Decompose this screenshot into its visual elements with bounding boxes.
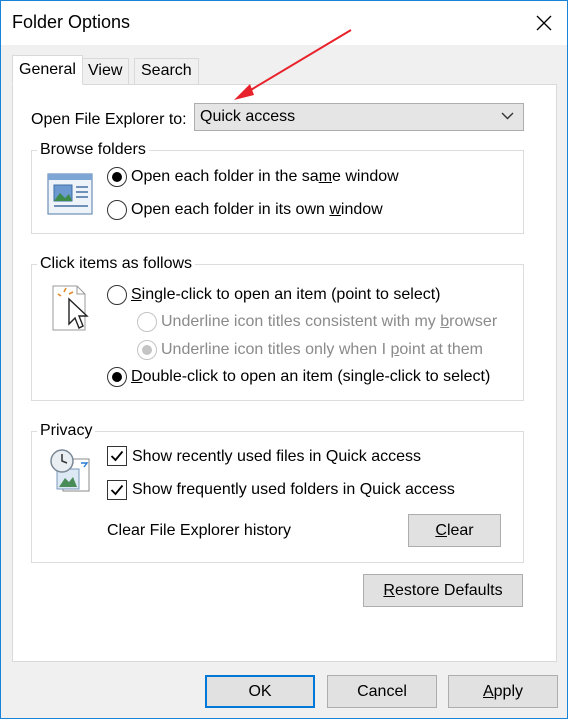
checkbox-frequent-folders[interactable] (107, 480, 127, 500)
open-explorer-value: Quick access (200, 108, 296, 125)
radio-same-window[interactable] (107, 167, 127, 187)
single-click-label[interactable]: Single-click to open an item (point to s… (131, 286, 440, 304)
tab-search-label: Search (141, 62, 192, 79)
radio-single-click[interactable] (107, 285, 127, 305)
cursor-click-icon (52, 285, 89, 331)
clear-button[interactable]: Clear (408, 514, 501, 547)
tab-general-label: General (19, 61, 76, 78)
checkbox-recent-files[interactable] (107, 446, 127, 466)
browse-folders-title: Browse folders (37, 141, 149, 159)
privacy-title: Privacy (37, 422, 96, 440)
radio-underline-point[interactable] (137, 340, 157, 360)
cancel-button[interactable]: Cancel (327, 675, 437, 708)
folder-options-dialog: Folder Options General View Search Open … (0, 0, 568, 719)
same-window-label[interactable]: Open each folder in the same window (131, 168, 399, 186)
apply-button[interactable]: Apply (448, 675, 558, 708)
close-icon (536, 15, 552, 31)
window-title: Folder Options (12, 12, 131, 32)
checkmark-icon (110, 484, 124, 496)
checkmark-icon (110, 450, 124, 462)
radio-double-click[interactable] (107, 367, 127, 387)
window-preview-icon (47, 173, 93, 215)
click-items-title: Click items as follows (37, 255, 196, 273)
ok-button[interactable]: OK (205, 675, 315, 708)
tab-general[interactable]: General (12, 55, 83, 85)
browse-folders-group (31, 150, 524, 234)
clock-document-icon (50, 449, 90, 492)
tab-search[interactable]: Search (134, 58, 199, 84)
restore-defaults-button[interactable]: Restore Defaults (363, 574, 523, 607)
double-click-label[interactable]: Double-click to open an item (single-cli… (131, 368, 490, 386)
open-explorer-dropdown[interactable]: Quick access (194, 103, 524, 131)
clear-history-label: Clear File Explorer history (107, 522, 292, 539)
radio-own-window[interactable] (107, 200, 127, 220)
underline-browser-label[interactable]: Underline icon titles consistent with my… (161, 313, 497, 331)
close-button[interactable] (521, 1, 567, 45)
radio-underline-browser[interactable] (137, 312, 157, 332)
open-explorer-label: Open File Explorer to: (31, 111, 187, 128)
tab-view-label: View (88, 62, 123, 79)
frequent-folders-label[interactable]: Show frequently used folders in Quick ac… (132, 481, 455, 499)
tab-view[interactable]: View (81, 58, 130, 84)
recent-files-label[interactable]: Show recently used files in Quick access (132, 448, 421, 466)
underline-point-label[interactable]: Underline icon titles only when I point … (161, 341, 483, 359)
own-window-label[interactable]: Open each folder in its own window (131, 201, 383, 219)
red-arrow-annotation (234, 29, 352, 100)
chevron-down-icon (501, 112, 514, 120)
